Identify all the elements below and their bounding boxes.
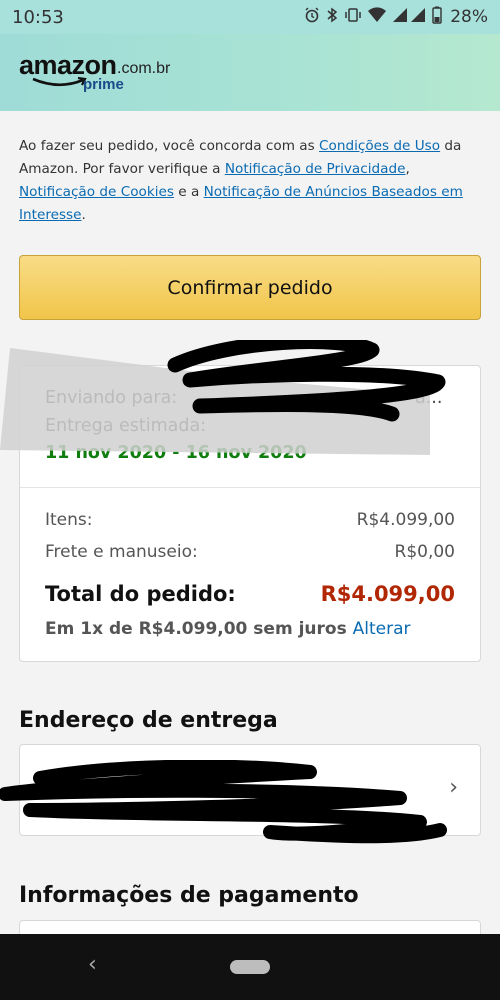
- installment-info: Em 1x de R$4.099,00 sem juros Alterar: [45, 619, 411, 639]
- terms-text-part: Ao fazer seu pedido, você concorda com a…: [19, 138, 320, 154]
- battery-icon: [432, 6, 442, 28]
- order-total-value: R$4.099,00: [320, 582, 455, 606]
- app-header: amazon .com.br prime: [0, 34, 500, 111]
- delivery-address-title: Endereço de entrega: [19, 708, 278, 733]
- delivery-address-card[interactable]: ›: [19, 744, 481, 836]
- status-icons: 28%: [304, 6, 488, 28]
- signal-icon: [392, 7, 426, 27]
- shipping-to-suffix: a...: [415, 388, 443, 408]
- order-summary-card: Enviando para: a... Entrega estimada: 11…: [19, 365, 481, 662]
- wifi-icon: [368, 7, 387, 27]
- terms-text-part: .: [81, 207, 86, 223]
- items-label: Itens:: [45, 510, 93, 530]
- card-divider: [20, 487, 480, 488]
- payment-info-title: Informações de pagamento: [19, 883, 359, 908]
- amazon-prime-logo[interactable]: amazon .com.br prime: [19, 50, 189, 100]
- shipping-summary: Enviando para: a... Entrega estimada: 11…: [20, 366, 480, 486]
- terms-text-part: e a: [173, 184, 204, 200]
- back-icon[interactable]: ‹: [88, 952, 97, 977]
- system-nav-bar: ‹: [0, 934, 500, 1000]
- items-value: R$4.099,00: [356, 510, 455, 530]
- status-bar: 10:53 28%: [0, 0, 500, 34]
- alarm-icon: [304, 7, 320, 27]
- terms-text: Ao fazer seu pedido, você concorda com a…: [19, 135, 481, 227]
- privacy-notice-link[interactable]: Notificação de Privacidade: [225, 161, 406, 177]
- logo-prime: prime: [83, 76, 124, 93]
- estimated-delivery-label: Entrega estimada:: [45, 416, 207, 436]
- shipping-value: R$0,00: [394, 542, 455, 562]
- shipping-label: Frete e manuseio:: [45, 542, 198, 562]
- order-total-label: Total do pedido:: [45, 582, 236, 606]
- logo-smile-icon: [32, 76, 87, 87]
- cookies-notice-link[interactable]: Notificação de Cookies: [19, 184, 174, 200]
- chevron-right-icon: ›: [449, 775, 458, 800]
- delivery-dates: 11 nov 2020 - 16 nov 2020: [45, 443, 307, 463]
- change-installment-link[interactable]: Alterar: [353, 619, 411, 639]
- battery-percent: 28%: [450, 7, 488, 27]
- home-pill-icon[interactable]: [230, 960, 270, 974]
- installment-text: Em 1x de R$4.099,00 sem juros: [45, 619, 347, 639]
- logo-domain: .com.br: [117, 60, 171, 77]
- confirm-order-button[interactable]: Confirmar pedido: [19, 255, 481, 320]
- vibrate-icon: [344, 7, 362, 27]
- conditions-of-use-link[interactable]: Condições de Uso: [319, 138, 440, 154]
- shipping-to-label: Enviando para:: [45, 388, 178, 408]
- status-time: 10:53: [12, 6, 64, 28]
- terms-text-part: ,: [405, 161, 410, 177]
- bluetooth-icon: [326, 7, 338, 27]
